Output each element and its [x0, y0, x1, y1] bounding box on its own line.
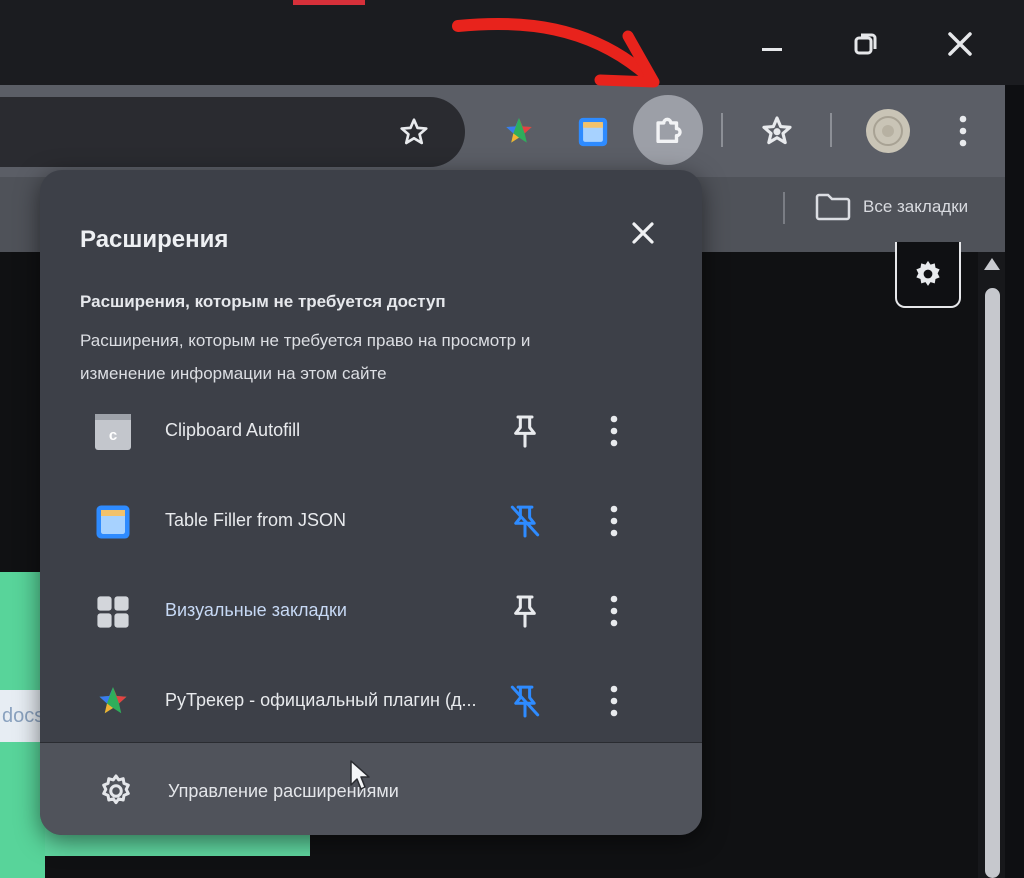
toolbar-separator [721, 113, 723, 147]
restore-button[interactable] [844, 22, 888, 66]
all-bookmarks-label: Все закладки [863, 197, 969, 216]
extension-row[interactable]: Визуальные закладки [40, 570, 702, 650]
more-vertical-icon [610, 685, 618, 717]
extension-row[interactable]: Table Filler from JSON [40, 480, 702, 560]
mouse-cursor [350, 760, 370, 790]
rutracker-extension-button[interactable] [499, 112, 539, 152]
star-bookmarks-icon [762, 116, 792, 145]
more-vertical-icon [610, 415, 618, 447]
visual-bookmarks-icon [95, 594, 131, 630]
folder-icon [815, 193, 851, 221]
section-description: Расширения, которым не требуется право н… [80, 331, 531, 383]
pinned-icon [510, 685, 540, 718]
extension-more-button[interactable] [600, 592, 628, 630]
popup-close-button[interactable] [626, 216, 660, 250]
unpin-button[interactable] [508, 502, 542, 540]
manage-extensions-button[interactable]: Управление расширениями [40, 742, 702, 835]
clipboard-autofill-icon: c [95, 414, 131, 450]
close-icon [632, 222, 654, 244]
extension-name: Table Filler from JSON [165, 510, 347, 530]
section-heading: Расширения, которым не требуется доступ [80, 292, 446, 311]
extension-row[interactable]: РуТрекер - официальный плагин (д... [40, 660, 702, 740]
extension-more-button[interactable] [600, 502, 628, 540]
more-vertical-icon [959, 115, 967, 147]
red-annotation-arrow [452, 17, 660, 88]
extension-row[interactable]: c Clipboard Autofill [40, 390, 702, 470]
popup-title: Расширения [80, 226, 229, 253]
minimize-button[interactable] [750, 22, 794, 66]
rutracker-icon [506, 117, 532, 143]
bookmarks-manager-button[interactable] [757, 111, 797, 151]
extension-name: Визуальные закладки [165, 600, 347, 620]
extension-name: РуТрекер - официальный плагин (д... [165, 690, 477, 710]
pin-button[interactable] [508, 412, 542, 450]
close-icon [948, 32, 972, 56]
extension-name: Clipboard Autofill [165, 420, 301, 440]
page-settings-button[interactable] [895, 242, 961, 308]
puzzle-icon [656, 117, 682, 144]
minimize-icon [762, 48, 782, 51]
bookmarks-separator [783, 192, 785, 224]
unpin-button[interactable] [508, 682, 542, 720]
extensions-menu-button[interactable] [648, 110, 688, 150]
profile-button[interactable] [865, 108, 911, 154]
gear-icon [102, 774, 130, 805]
restore-icon [854, 33, 877, 55]
more-vertical-icon [610, 595, 618, 627]
scroll-up-arrow[interactable] [984, 258, 1000, 270]
pin-icon [514, 415, 536, 448]
toolbar-separator [830, 113, 832, 147]
all-bookmarks-button[interactable]: Все закладки [815, 193, 968, 221]
bookmark-page-button[interactable] [394, 112, 434, 152]
extension-more-button[interactable] [600, 682, 628, 720]
active-tab-indicator [293, 0, 365, 5]
svg-text:c: c [109, 427, 117, 444]
scrollbar-thumb[interactable] [985, 288, 1000, 878]
table-filler-icon [95, 504, 131, 540]
close-window-button[interactable] [938, 22, 982, 66]
browser-menu-button[interactable] [950, 110, 976, 152]
extension-more-button[interactable] [600, 412, 628, 450]
pinned-icon [510, 505, 540, 538]
table-filler-icon [578, 117, 608, 147]
more-vertical-icon [610, 505, 618, 537]
rutracker-icon [95, 684, 131, 720]
star-icon [400, 118, 428, 145]
gear-icon [916, 260, 940, 286]
table-filler-extension-button[interactable] [573, 112, 613, 152]
avatar [866, 109, 910, 153]
extensions-popup: Расширения Расширения, которым не требуе… [40, 170, 702, 835]
pin-button[interactable] [508, 592, 542, 630]
pin-icon [514, 595, 536, 628]
